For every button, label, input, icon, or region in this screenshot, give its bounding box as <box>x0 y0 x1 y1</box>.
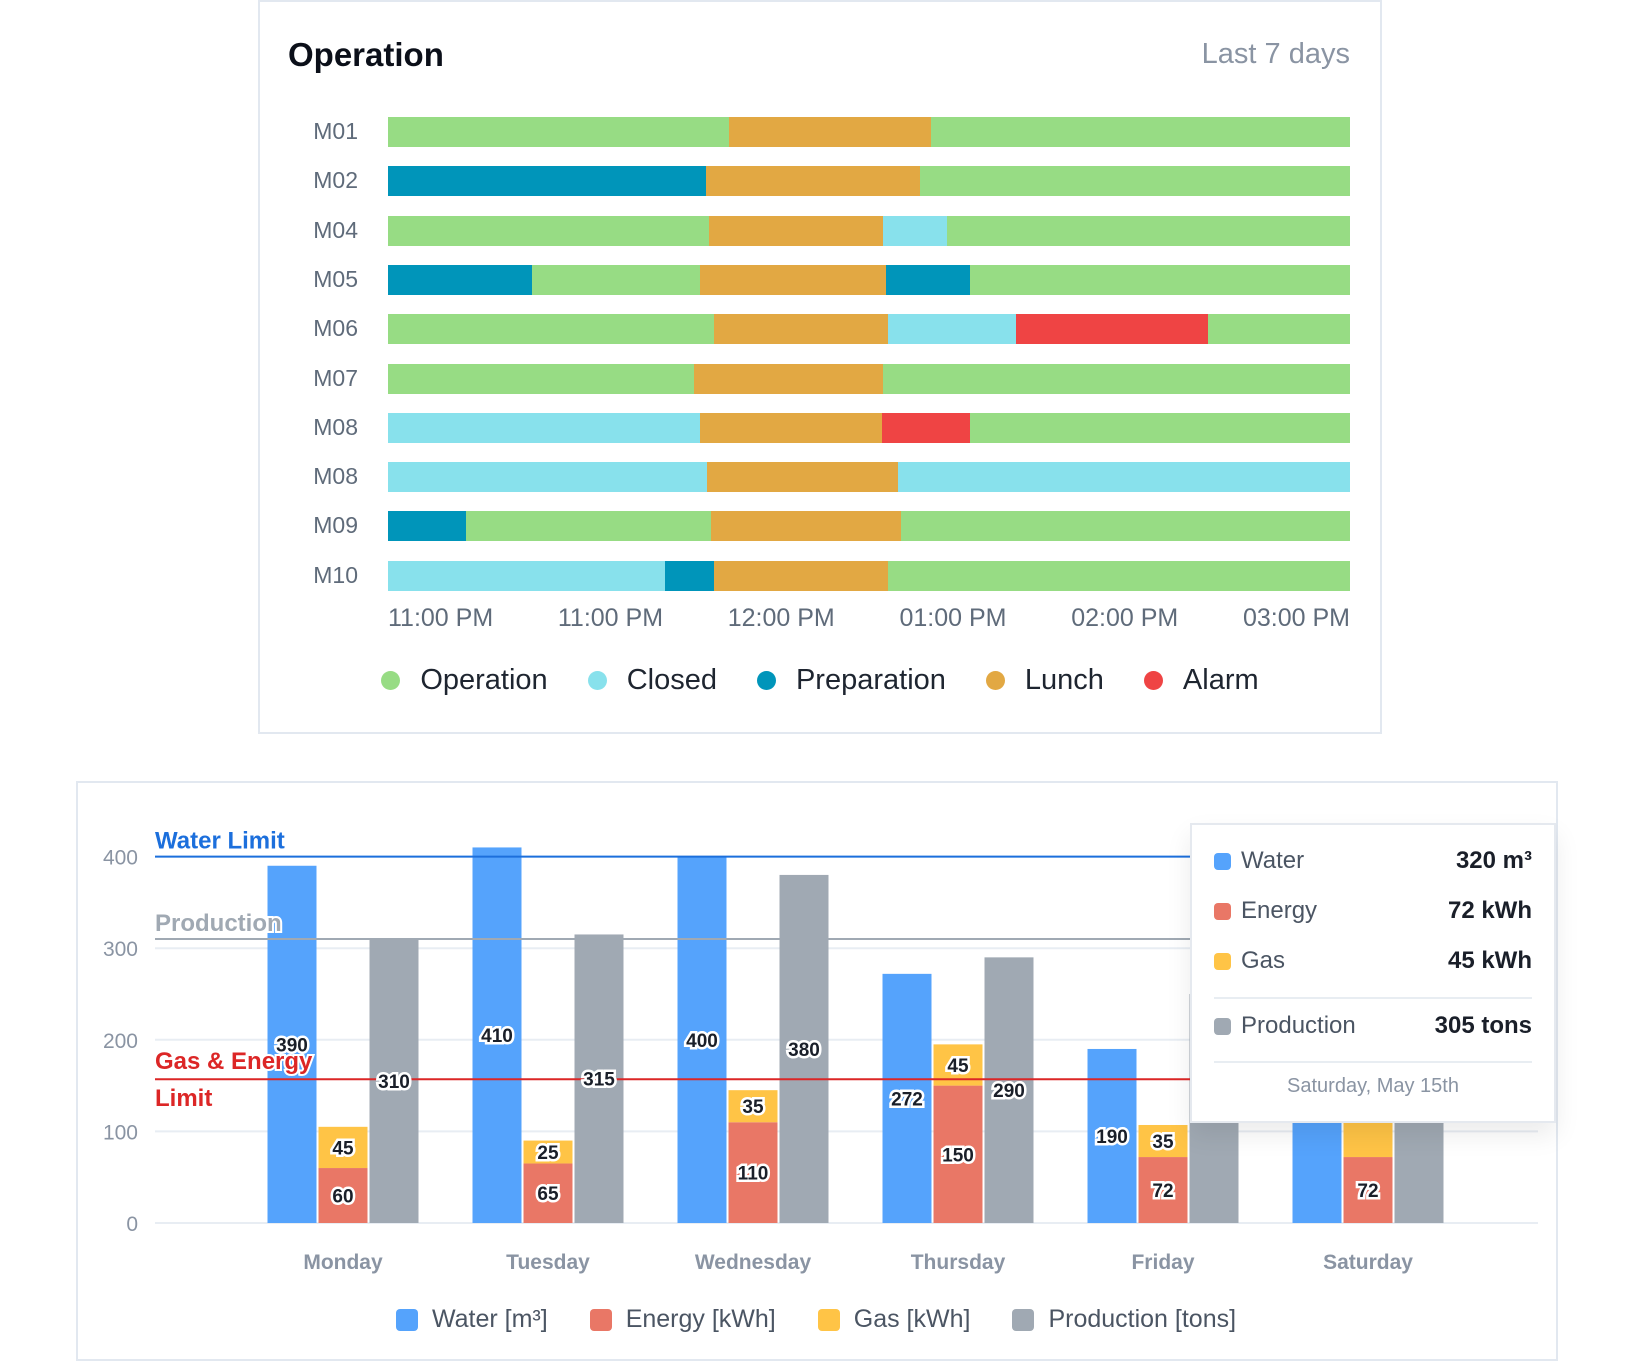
data-label: 400 <box>686 1031 718 1052</box>
y-tick-label: 400 <box>103 847 138 870</box>
tooltip-value: 305 tons <box>1434 1012 1532 1039</box>
x-tick-label: Thursday <box>911 1251 1006 1274</box>
tooltip-name: Gas <box>1241 947 1286 974</box>
tooltip-value: 320 m³ <box>1455 847 1532 874</box>
legend-swatch-icon <box>1012 1308 1035 1331</box>
data-label: 310 <box>378 1072 410 1093</box>
tooltip-row-gas: Gas 45 kWh <box>1214 947 1532 975</box>
legend-swatch-icon <box>817 1308 840 1331</box>
data-label: 290 <box>993 1081 1025 1102</box>
tooltip-name: Water <box>1241 847 1305 874</box>
legend-item-production[interactable]: Production [tons] <box>1012 1305 1236 1334</box>
utilities-legend: Water [m³] Energy [kWh] Gas [kWh] Productio… <box>0 1305 1632 1334</box>
water-swatch-icon <box>1214 852 1231 870</box>
data-label: 410 <box>481 1026 513 1047</box>
legend-swatch-icon <box>395 1308 418 1331</box>
x-tick-label: Monday <box>303 1251 383 1274</box>
legend-label: Gas [kWh] <box>853 1305 971 1333</box>
x-tick-label: Wednesday <box>695 1251 812 1274</box>
data-label: 45 <box>332 1138 354 1159</box>
x-tick-label: Tuesday <box>506 1251 590 1274</box>
tooltip-divider <box>1214 997 1532 999</box>
data-label: 65 <box>537 1184 559 1205</box>
utilities-chart: 0 100 200 300 400 Monday Tuesday Wednesday Thurs… <box>103 826 1538 1274</box>
x-tick-label: Saturday <box>1323 1251 1413 1274</box>
data-label: 110 <box>738 1164 769 1185</box>
y-tick-label: 100 <box>103 1121 138 1144</box>
legend-label: Energy [kWh] <box>625 1305 776 1333</box>
data-label: 272 <box>891 1089 923 1110</box>
gas-swatch-icon <box>1214 952 1231 970</box>
y-tick-label: 200 <box>103 1030 138 1053</box>
data-label: 25 <box>537 1143 559 1164</box>
production-swatch-icon <box>1214 1017 1231 1035</box>
production-limit-label: Production <box>155 910 282 937</box>
data-label: 45 <box>947 1056 969 1077</box>
data-label: 35 <box>1152 1132 1174 1153</box>
y-tick-label: 300 <box>103 938 138 961</box>
tooltip-name: Energy <box>1241 897 1318 924</box>
legend-label: Water [m³] <box>431 1305 548 1333</box>
energy-swatch-icon <box>1214 902 1231 920</box>
data-label: 315 <box>583 1070 615 1091</box>
water-limit-label: Water Limit <box>155 828 285 855</box>
data-label: 72 <box>1357 1181 1378 1202</box>
data-label: 150 <box>942 1145 974 1166</box>
tooltip-value: 72 kWh <box>1447 897 1532 924</box>
y-tick-label: 0 <box>126 1213 138 1236</box>
tooltip-row-energy: Energy 72 kWh <box>1214 897 1532 925</box>
data-label: 380 <box>788 1040 820 1061</box>
legend-item-energy[interactable]: Energy [kWh] <box>589 1305 776 1334</box>
data-label: 190 <box>1096 1127 1128 1148</box>
legend-item-water[interactable]: Water [m³] <box>395 1305 548 1334</box>
tooltip-date: Saturday, May 15th <box>1287 1075 1459 1097</box>
x-tick-label: Friday <box>1131 1251 1194 1274</box>
tooltip-name: Production <box>1241 1012 1356 1039</box>
tooltip-row-production: Production 305 tons <box>1214 1012 1532 1040</box>
data-label: 72 <box>1152 1181 1173 1202</box>
gas-energy-limit-label: Limit <box>155 1085 212 1112</box>
legend-swatch-icon <box>589 1308 612 1331</box>
legend-item-gas[interactable]: Gas [kWh] <box>817 1305 971 1334</box>
legend-label: Production [tons] <box>1048 1305 1237 1333</box>
chart-tooltip: Water 320 m³ Energy 72 kWh Gas 45 kWh Pr… <box>1190 823 1556 1123</box>
tooltip-divider <box>1214 1061 1532 1063</box>
data-label: 60 <box>332 1187 353 1208</box>
data-label: 35 <box>742 1097 764 1118</box>
tooltip-row-water: Water 320 m³ <box>1214 847 1532 875</box>
tooltip-value: 45 kWh <box>1447 947 1532 974</box>
gas-energy-limit-label: Gas & Energy <box>155 1048 313 1075</box>
